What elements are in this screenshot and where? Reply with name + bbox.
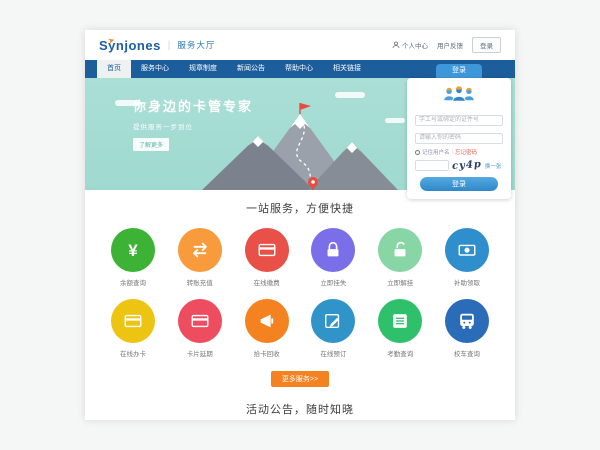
lock-icon <box>311 228 355 272</box>
transfer-icon <box>178 228 222 272</box>
nav-item-service-center[interactable]: 服务中心 <box>131 60 179 78</box>
announcements-title: 活动公告，随时知晓 <box>85 401 515 417</box>
users-group-icon <box>415 85 503 108</box>
services-section: 一站服务，方便快捷 ¥ 余额查询 转账充值 在线缴费 <box>85 190 515 387</box>
nav-item-links[interactable]: 相关链接 <box>323 60 371 78</box>
nav-item-home[interactable]: 首页 <box>97 60 131 78</box>
user-feedback-link[interactable]: 用户反馈 <box>437 40 463 50</box>
hero-banner: 你身边的卡管专家 提供服务一步到位 了解更多 登录 <box>85 78 515 190</box>
personal-center-link[interactable]: 个人中心 <box>392 40 428 50</box>
service-online-booking[interactable]: 在线预订 <box>309 299 357 358</box>
header-login-button[interactable]: 登录 <box>472 37 501 53</box>
login-tab[interactable]: 登录 <box>436 64 482 78</box>
portal-page: Synjones ➤ | 服务大厅 个人中心 用户反馈 登录 首页 服务中心 规… <box>85 30 515 420</box>
password-input[interactable] <box>415 133 503 144</box>
login-submit-button[interactable]: 登录 <box>420 177 497 191</box>
more-services-button[interactable]: 更多服务>> <box>271 371 329 387</box>
card-icon <box>178 299 222 343</box>
yen-icon: ¥ <box>111 228 155 272</box>
megaphone-icon <box>245 299 289 343</box>
login-panel: 登录 记住用户名 <box>407 64 511 199</box>
service-subsidy[interactable]: 补助领取 <box>443 228 491 287</box>
service-transfer[interactable]: 转账充值 <box>176 228 224 287</box>
service-card-extension[interactable]: 卡片延期 <box>176 299 224 358</box>
captcha-refresh-link[interactable]: 换一张 <box>485 162 502 170</box>
banknote-icon <box>445 228 489 272</box>
captcha-image[interactable]: cy4p <box>452 159 483 172</box>
nav-item-news[interactable]: 新闻公告 <box>227 60 275 78</box>
nav-item-rules[interactable]: 规章制度 <box>179 60 227 78</box>
unlock-icon <box>378 228 422 272</box>
remember-label: 记住用户名 <box>422 148 450 156</box>
announcements-section: 活动公告，随时知晓 使用动态 最新公告 更多>> 使用指南 更多>> <box>85 387 515 420</box>
logo-arrow-icon: ➤ <box>107 35 117 46</box>
list-icon <box>378 299 422 343</box>
service-school-bus[interactable]: 校车查询 <box>443 299 491 358</box>
service-unfreeze[interactable]: 立即解挂 <box>376 228 424 287</box>
services-title: 一站服务，方便快捷 <box>85 200 515 216</box>
site-tagline: 服务大厅 <box>177 39 215 51</box>
edit-icon <box>311 299 355 343</box>
logo-divider: | <box>168 40 171 51</box>
forgot-password-link[interactable]: 忘记密码 <box>455 148 477 156</box>
remember-checkbox[interactable] <box>415 150 420 155</box>
username-input[interactable] <box>415 115 503 126</box>
logo[interactable]: Synjones ➤ <box>99 38 161 53</box>
hero-title: 你身边的卡管专家 <box>133 96 253 115</box>
service-found-card[interactable]: 拾卡回收 <box>243 299 291 358</box>
service-attendance[interactable]: 考勤查询 <box>376 299 424 358</box>
service-report-loss[interactable]: 立即挂失 <box>309 228 357 287</box>
card-icon <box>111 299 155 343</box>
service-balance[interactable]: ¥ 余额查询 <box>109 228 157 287</box>
site-header: Synjones ➤ | 服务大厅 个人中心 用户反馈 登录 <box>85 30 515 60</box>
hero-subtitle: 提供服务一步到位 <box>133 121 253 131</box>
service-apply-card[interactable]: 在线办卡 <box>109 299 157 358</box>
nav-item-help[interactable]: 帮助中心 <box>275 60 323 78</box>
card-icon <box>245 228 289 272</box>
hero-cta-button[interactable]: 了解更多 <box>133 138 169 151</box>
captcha-input[interactable] <box>415 160 449 171</box>
service-pay-online[interactable]: 在线缴费 <box>243 228 291 287</box>
bus-icon <box>445 299 489 343</box>
user-icon <box>392 41 400 49</box>
